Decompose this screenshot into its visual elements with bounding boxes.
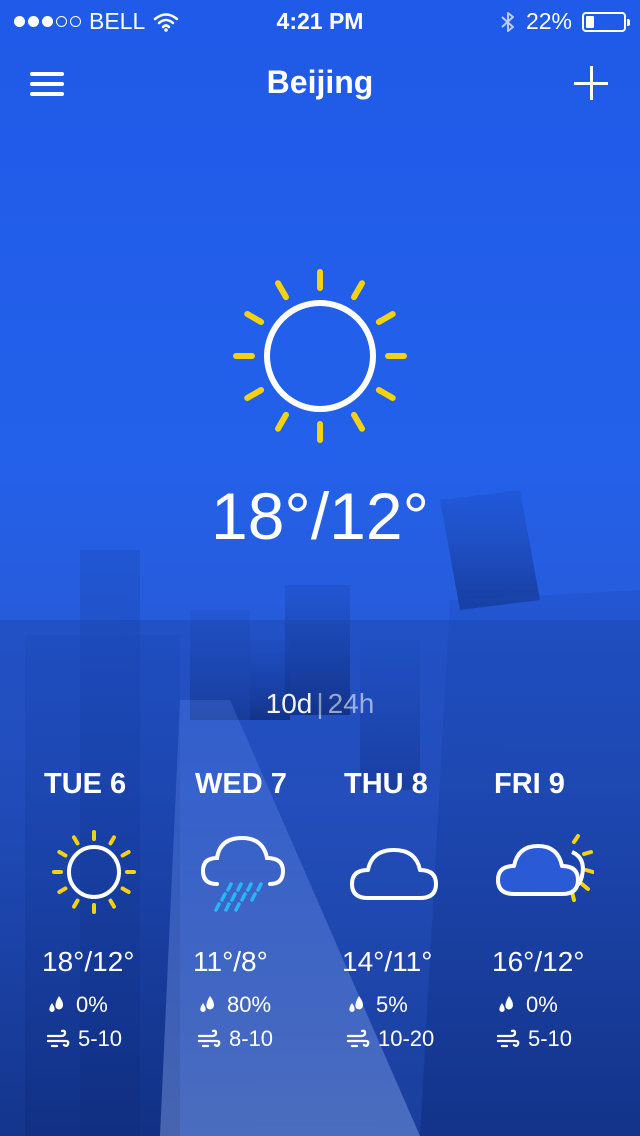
forecast-temperature: 16°/12° <box>492 946 585 977</box>
cloud-rain-icon <box>200 835 286 912</box>
status-right: 22% <box>500 8 630 35</box>
sun-ray <box>120 886 131 894</box>
precipitation-row: 5% <box>346 992 408 1018</box>
raindrops-icon <box>349 996 363 1012</box>
sun-ray <box>108 898 116 909</box>
forecast-day[interactable]: WED 7 11°/8° 80% 8-10 <box>193 768 345 1068</box>
forecast-day[interactable]: FRI 9 16°/12° 0% 5-10 <box>492 768 640 1068</box>
range-toggle: 10d | 24h <box>0 688 640 720</box>
wind-icon <box>197 1029 221 1048</box>
precipitation-row: 0% <box>496 992 558 1018</box>
raindrops-icon <box>200 996 214 1012</box>
wind-row: 8-10 <box>197 1026 273 1052</box>
sun-ray <box>57 850 68 858</box>
wind-value: 10-20 <box>378 1026 435 1051</box>
tab-10-day[interactable]: 10d <box>266 688 313 719</box>
forecast-list: TUE 6 18°/12° 0% 5-10 WED 7 11°/8° 80% 8… <box>0 768 640 1068</box>
sun-ray <box>375 311 396 325</box>
precipitation-row: 0% <box>46 992 108 1018</box>
wind-icon <box>346 1029 370 1048</box>
forecast-temperature: 11°/8° <box>193 946 268 977</box>
sun-ray <box>351 280 365 301</box>
wind-row: 5-10 <box>46 1026 122 1052</box>
sun-ray <box>244 387 265 401</box>
battery-percent: 22% <box>525 8 572 34</box>
sun-icon <box>233 269 407 443</box>
wind-icon <box>46 1029 70 1048</box>
forecast-day[interactable]: TUE 6 18°/12° 0% 5-10 <box>42 768 194 1068</box>
current-temperature: 18°/12° <box>211 479 429 553</box>
wind-value: 5-10 <box>78 1026 123 1051</box>
raindrops-icon <box>499 996 513 1012</box>
partly-cloudy-icon <box>496 834 594 902</box>
tab-24-hour[interactable]: 24h <box>328 688 375 719</box>
forecast-day-label: WED 7 <box>195 768 287 800</box>
sun-icon <box>52 830 136 914</box>
range-separator: | <box>316 688 324 719</box>
sun-ray <box>244 311 265 325</box>
wind-row: 10-20 <box>346 1026 434 1052</box>
forecast-day-label: THU 8 <box>344 768 428 800</box>
sun-ray <box>275 280 289 301</box>
add-city-button[interactable] <box>574 66 608 100</box>
forecast-day-label: FRI 9 <box>494 768 565 800</box>
forecast-temperature: 14°/11° <box>342 946 433 977</box>
raindrops-icon <box>49 996 63 1012</box>
precipitation-value: 80% <box>227 992 272 1017</box>
wind-value: 8-10 <box>229 1026 274 1051</box>
precipitation-value: 0% <box>76 992 108 1017</box>
nav-bar: Beijing <box>0 56 640 112</box>
wind-icon <box>496 1029 520 1048</box>
precipitation-value: 5% <box>376 992 408 1017</box>
sun-ray <box>72 898 80 909</box>
city-title: Beijing <box>266 64 374 100</box>
sun-ray <box>375 387 396 401</box>
sun-ray <box>120 850 131 858</box>
precipitation-value: 0% <box>526 992 558 1017</box>
bluetooth-icon <box>501 11 514 32</box>
wind-value: 5-10 <box>528 1026 573 1051</box>
sun-ray <box>72 835 80 846</box>
sun-ray <box>351 411 365 432</box>
cloud-icon <box>350 848 438 900</box>
sun-ray <box>108 835 116 846</box>
status-bar: BELL 4:21 PM 22% <box>0 0 640 40</box>
sun-ray <box>57 886 68 894</box>
forecast-day-label: TUE 6 <box>44 768 127 800</box>
forecast-day[interactable]: THU 8 14°/11° 5% 10-20 <box>342 768 494 1068</box>
precipitation-row: 80% <box>197 992 271 1018</box>
sun-ray <box>275 411 289 432</box>
forecast-temperature: 18°/12° <box>42 946 135 977</box>
wind-row: 5-10 <box>496 1026 572 1052</box>
battery-icon <box>582 11 630 32</box>
